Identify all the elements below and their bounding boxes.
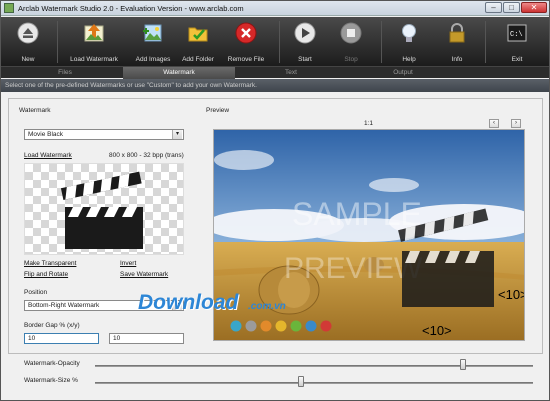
stop-button[interactable]: Stop	[331, 17, 371, 66]
position-label: Position	[24, 289, 48, 296]
sample-watermark-text: SAMPLE	[292, 196, 422, 232]
watermark-preset-select[interactable]: Movie Black ▾	[24, 129, 184, 140]
exit-button[interactable]: C:\ Exit	[495, 17, 539, 66]
play-icon	[294, 22, 316, 44]
svg-text:C:\: C:\	[510, 31, 523, 39]
app-icon	[4, 3, 14, 13]
toolbar-separator	[381, 21, 382, 63]
save-watermark-link[interactable]: Save Watermark	[120, 271, 168, 278]
make-transparent-link[interactable]: Make Transparent	[24, 260, 76, 267]
help-button[interactable]: Help	[389, 17, 429, 66]
console-icon: C:\	[507, 24, 527, 42]
toolbar-separator	[279, 21, 280, 63]
help-label: Help	[402, 56, 416, 63]
main-toolbar: New Load Watermark Add Images Add Folder…	[1, 17, 549, 66]
opacity-slider-thumb[interactable]	[459, 359, 466, 370]
size-slider-thumb[interactable]	[297, 376, 304, 387]
exit-label: Exit	[511, 56, 523, 63]
folder-check-icon	[188, 27, 208, 42]
add-images-button[interactable]: Add Images	[133, 17, 173, 66]
toolbar-separator	[485, 21, 486, 63]
lightbulb-icon	[402, 24, 416, 42]
size-slider-track[interactable]	[95, 382, 533, 384]
gap-y-marker: <10>	[422, 323, 452, 338]
watermark-info: 800 x 800 - 32 bpp (trans)	[109, 152, 184, 159]
load-watermark-label: Load Watermark	[70, 56, 118, 63]
info-label: Info	[451, 56, 463, 63]
window-title: Arclab Watermark Studio 2.0 - Evaluation…	[18, 4, 244, 13]
invert-link[interactable]: Invert	[120, 260, 136, 267]
clapperboard-icon	[60, 171, 143, 249]
add-images-icon	[143, 24, 162, 42]
app-window: Arclab Watermark Studio 2.0 - Evaluation…	[0, 0, 550, 401]
start-label: Start	[298, 56, 312, 63]
flip-rotate-link[interactable]: Flip and Rotate	[24, 271, 68, 278]
load-watermark-icon	[84, 24, 104, 42]
remove-file-button[interactable]: Remove File	[223, 17, 269, 66]
gap-x-marker: <10>	[498, 287, 525, 302]
watermark-thumbnail	[24, 163, 184, 255]
next-image-button[interactable]: ›	[511, 119, 521, 128]
add-folder-label: Add Folder	[182, 56, 214, 63]
load-watermark-link[interactable]: Load Watermark	[24, 152, 72, 159]
preview-label: Preview	[206, 107, 230, 114]
download-brand-suffix: .com.vn	[248, 301, 286, 312]
remove-file-label: Remove File	[227, 56, 265, 63]
color-dots-decoration	[230, 320, 332, 332]
info-button[interactable]: Info	[437, 17, 477, 66]
new-button[interactable]: New	[5, 17, 51, 66]
title-bar: Arclab Watermark Studio 2.0 - Evaluation…	[1, 1, 549, 16]
gap-x-input[interactable]: 10	[24, 333, 99, 344]
hint-bar: Select one of the pre-defined Watermarks…	[1, 79, 549, 92]
chevron-down-icon: ▾	[172, 130, 182, 139]
zoom-label: 1:1	[364, 120, 374, 127]
tab-files[interactable]: Files	[7, 67, 123, 79]
window-controls: – □ ✕	[485, 2, 547, 13]
remove-icon	[235, 22, 257, 44]
position-value: Bottom-Right Watermark	[28, 302, 100, 309]
border-gap-label: Border Gap % (x/y)	[24, 322, 80, 329]
gap-y-input[interactable]: 10	[109, 333, 184, 344]
download-brand-overlay: Download	[138, 291, 239, 314]
opacity-slider-track[interactable]	[95, 365, 533, 367]
tab-output[interactable]: Output	[347, 67, 459, 79]
start-button[interactable]: Start	[285, 17, 325, 66]
minimize-button[interactable]: –	[485, 2, 502, 13]
add-folder-button[interactable]: Add Folder	[177, 17, 219, 66]
tab-text[interactable]: Text	[235, 67, 347, 79]
watermark-section-label: Watermark	[19, 107, 51, 114]
load-watermark-button[interactable]: Load Watermark	[63, 17, 125, 66]
tab-watermark[interactable]: Watermark	[123, 67, 235, 79]
watermark-preset-value: Movie Black	[28, 131, 64, 138]
stop-label: Stop	[344, 56, 358, 63]
opacity-label: Watermark-Opacity	[24, 360, 80, 367]
stop-icon	[340, 22, 362, 44]
tab-bar: Files Watermark Text Output	[1, 66, 549, 79]
size-label: Watermark-Size %	[24, 377, 78, 384]
close-window-button[interactable]: ✕	[521, 2, 547, 13]
lock-icon	[449, 23, 465, 43]
toolbar-separator	[57, 21, 58, 63]
eject-icon	[17, 22, 39, 44]
maximize-button[interactable]: □	[503, 2, 520, 13]
add-images-label: Add Images	[135, 56, 171, 63]
new-label: New	[21, 56, 35, 63]
prev-image-button[interactable]: ‹	[489, 119, 499, 128]
